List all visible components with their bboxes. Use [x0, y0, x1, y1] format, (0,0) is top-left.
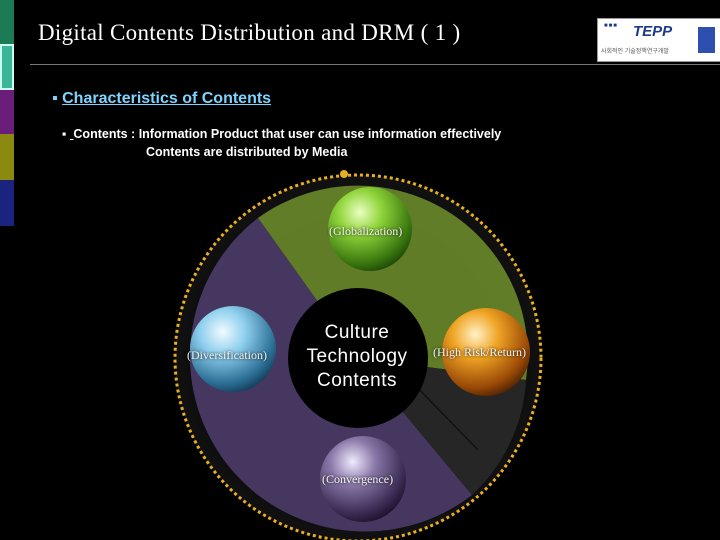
diversification-label: (Diversification): [187, 348, 267, 362]
center-line-2: Technology: [306, 346, 408, 367]
high-risk-return-label: (High Risk/Return): [433, 345, 526, 359]
center-line-3: Contents: [316, 370, 398, 391]
convergence-label: (Convergence): [322, 472, 394, 486]
contents-diagram: [173, 170, 543, 540]
center-label: Culture Technology Contents: [296, 321, 418, 393]
globalization-label: (Globalization): [329, 224, 403, 238]
center-line-1: Culture: [324, 322, 390, 343]
top-connector-dot: [340, 170, 348, 178]
